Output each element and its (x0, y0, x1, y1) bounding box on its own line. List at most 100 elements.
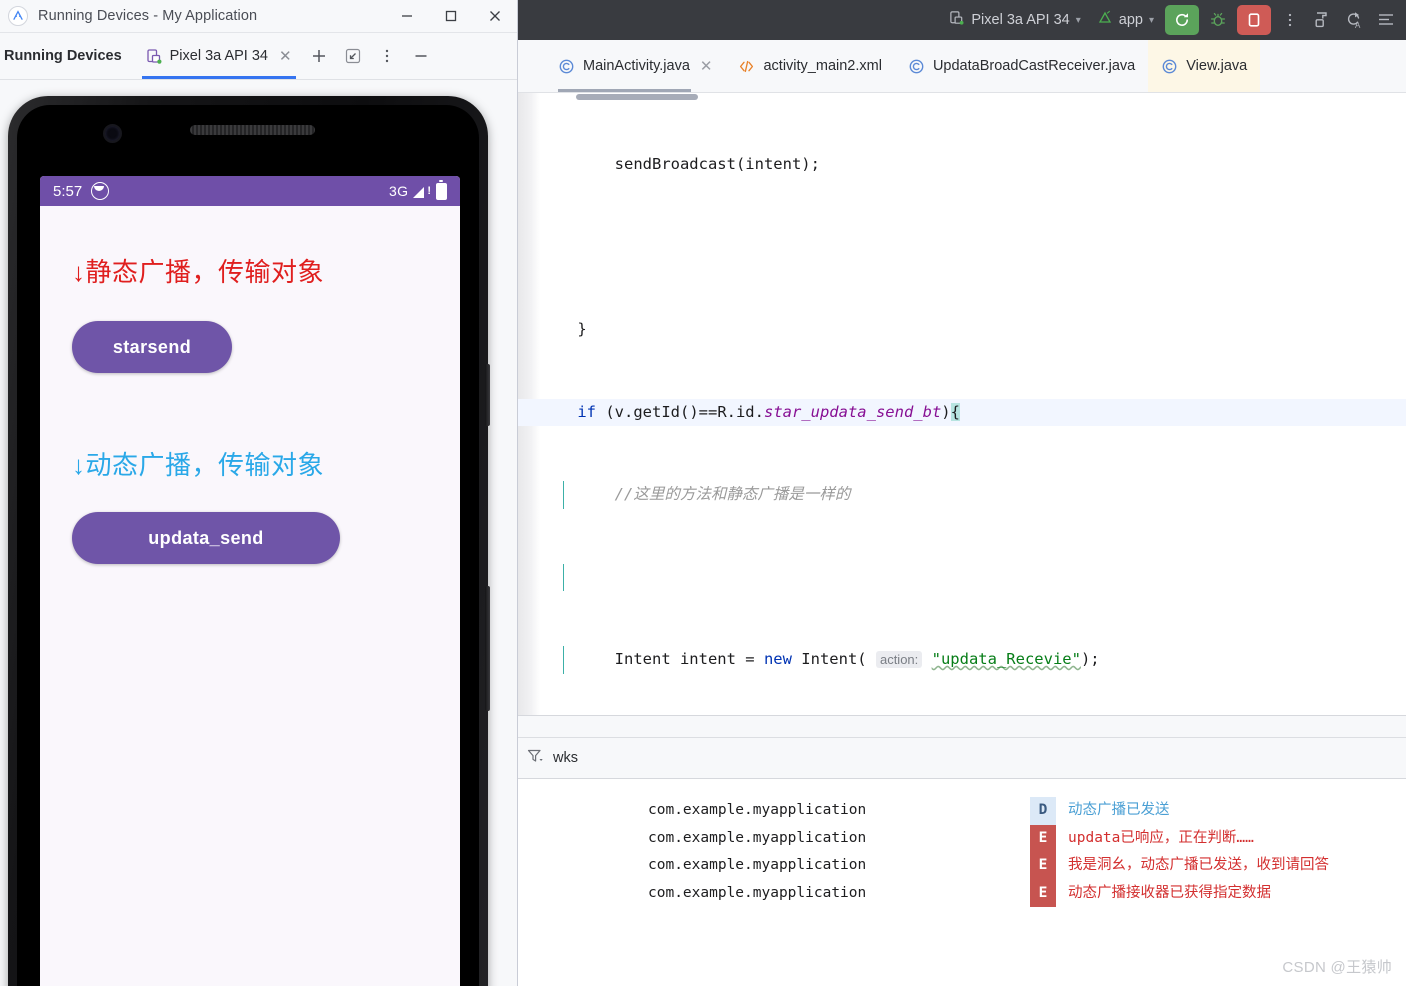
power-button[interactable] (485, 364, 490, 426)
java-class-icon (908, 58, 925, 75)
comment: //这里的方法和静态广播是一样的 (614, 485, 851, 503)
tab-label: UpdataBroadCastReceiver.java (932, 58, 1136, 74)
tab-label: View.java (1186, 58, 1248, 74)
app-screen-content: ↓静态广播，传输对象 starsend ↓动态广播，传输对象 updata_se… (40, 206, 460, 564)
window-minimize-button[interactable] (385, 0, 429, 32)
log-package: com.example.myapplication (648, 857, 867, 873)
filter-icon[interactable] (526, 747, 544, 770)
code-line: sendBroadcast(intent); (614, 155, 820, 173)
dynamic-broadcast-heading: ↓动态广播，传输对象 (72, 450, 325, 480)
tab-label: MainActivity.java (583, 58, 690, 74)
window-titlebar: Running Devices - My Application (0, 0, 517, 33)
code-line: } (540, 320, 587, 338)
keyword-new: new (763, 650, 792, 668)
editor-tab-bar: MainActivity.java ✕ activity_main2.xml U… (518, 40, 1406, 93)
emulator-screen[interactable]: 5:57 3G ! ↓静态广播，传输对象 starsend ↓动态广播，传输对象 (40, 176, 460, 986)
window-close-button[interactable] (473, 0, 517, 32)
signal-warning-icon: ! (427, 185, 431, 197)
code-text[interactable]: sendBroadcast(intent); } if (v.getId()==… (518, 93, 1406, 755)
log-row[interactable]: com.example.myapplication E 动态广播接收器已获得指定… (518, 879, 1406, 907)
log-message: 我是洞幺，动态广播已发送，收到请回答 (1068, 857, 1329, 873)
chevron-down-icon: ▾ (1148, 14, 1154, 26)
tab-activity-main2-xml[interactable]: activity_main2.xml (725, 40, 894, 92)
more-vertical-icon[interactable] (1274, 5, 1306, 35)
log-level-badge: E (1030, 879, 1056, 907)
more-options-icon[interactable] (370, 33, 404, 79)
device-tab-pixel-3a[interactable]: Pixel 3a API 34 ✕ (136, 33, 302, 79)
debug-button[interactable] (1202, 5, 1234, 35)
tab-updatabroadcastreceiver-java[interactable]: UpdataBroadCastReceiver.java (895, 40, 1148, 92)
logcat-rows[interactable]: com.example.myapplication D 动态广播已发送 com.… (518, 779, 1406, 986)
run-configuration-selector[interactable]: app ▾ (1089, 6, 1162, 34)
code-line: Intent intent = new Intent( action: "upd… (518, 646, 1406, 674)
sync-icon[interactable]: A (1338, 5, 1370, 35)
device-tab-label: Pixel 3a API 34 (169, 48, 268, 64)
earpiece-speaker (190, 125, 315, 135)
status-bar-time: 5:57 (53, 182, 83, 200)
front-camera-icon (103, 124, 122, 143)
code-line: //这里的方法和静态广播是一样的 (518, 481, 1406, 509)
android-app-icon (1097, 10, 1113, 30)
device-tab-close-icon[interactable]: ✕ (275, 47, 296, 66)
device-icon (146, 48, 163, 65)
log-package: com.example.myapplication (648, 802, 867, 818)
build-icon[interactable] (1306, 5, 1338, 35)
starsend-button[interactable]: starsend (72, 321, 232, 373)
phone-frame: 5:57 3G ! ↓静态广播，传输对象 starsend ↓动态广播，传输对象 (8, 96, 490, 986)
svg-text:A: A (1355, 21, 1361, 30)
string-literal: "updata_Recevie" (931, 650, 1081, 668)
code-editor[interactable]: sendBroadcast(intent); } if (v.getId()==… (518, 93, 1406, 755)
code-line-current: if (v.getId()==R.id.star_updata_send_bt)… (518, 398, 1406, 426)
static-broadcast-heading: ↓静态广播，传输对象 (72, 257, 325, 287)
java-class-icon (558, 58, 575, 75)
log-message: 动态广播已发送 (1068, 802, 1170, 818)
tab-mainactivity-java[interactable]: MainActivity.java ✕ (518, 40, 725, 92)
chevron-down-icon: ▾ (1075, 14, 1081, 26)
stop-button[interactable] (1237, 5, 1271, 35)
device-selector[interactable]: Pixel 3a API 34 ▾ (941, 6, 1088, 34)
param-hint: action: (875, 651, 923, 668)
emoji-icon (91, 182, 110, 200)
log-level-badge: E (1030, 824, 1056, 852)
indent-guide (563, 646, 564, 674)
watermark: CSDN @王猿帅 (1282, 959, 1392, 976)
indent-guide (563, 563, 564, 591)
tab-label: activity_main2.xml (763, 58, 882, 74)
device-selector-icon (949, 10, 965, 30)
indent-guide (563, 481, 564, 509)
xml-file-icon (738, 58, 755, 75)
ide-main-toolbar: Pixel 3a API 34 ▾ app ▾ A (518, 0, 1406, 40)
log-level-badge: E (1030, 852, 1056, 880)
log-package: com.example.myapplication (648, 884, 867, 901)
log-message: 动态广播接收器已获得指定数据 (1068, 884, 1271, 901)
android-status-bar: 5:57 3G ! (40, 176, 460, 206)
running-devices-panel: Running Devices - My Application Running… (0, 0, 518, 986)
field-reference: star_updata_send_bt (763, 402, 942, 421)
log-package: com.example.myapplication (648, 829, 867, 846)
tab-view-java[interactable]: View.java (1148, 40, 1261, 92)
notifications-icon[interactable] (1370, 5, 1402, 35)
emulator-stage: 5:57 3G ! ↓静态广播，传输对象 starsend ↓动态广播，传输对象 (0, 80, 517, 986)
hide-panel-icon[interactable] (404, 33, 438, 79)
run-button[interactable] (1165, 5, 1199, 35)
updata-send-button[interactable]: updata_send (72, 512, 340, 564)
matched-brace: { (950, 402, 960, 421)
signal-icon (413, 186, 425, 198)
ide-area: Pixel 3a API 34 ▾ app ▾ A MainActivity.j… (518, 0, 1406, 986)
running-devices-tabbar: Running Devices Pixel 3a API 34 ✕ (0, 33, 517, 80)
code-line (518, 563, 1406, 591)
logcat-filter-value[interactable]: wks (553, 750, 578, 766)
log-row[interactable]: com.example.myapplication E 我是洞幺，动态广播已发送… (518, 852, 1406, 880)
logcat-filter-bar[interactable]: wks (518, 738, 1406, 779)
window-title: Running Devices - My Application (38, 8, 258, 24)
log-row[interactable]: com.example.myapplication E updata已响应，正在… (518, 824, 1406, 852)
add-device-icon[interactable] (302, 33, 336, 79)
volume-button[interactable] (485, 586, 490, 711)
android-studio-logo-icon (8, 6, 28, 26)
log-row[interactable]: com.example.myapplication D 动态广播已发送 (518, 797, 1406, 825)
window-maximize-button[interactable] (429, 0, 473, 32)
collapse-icon[interactable] (336, 33, 370, 79)
java-class-icon (1161, 58, 1178, 75)
tab-close-icon[interactable]: ✕ (700, 59, 713, 74)
